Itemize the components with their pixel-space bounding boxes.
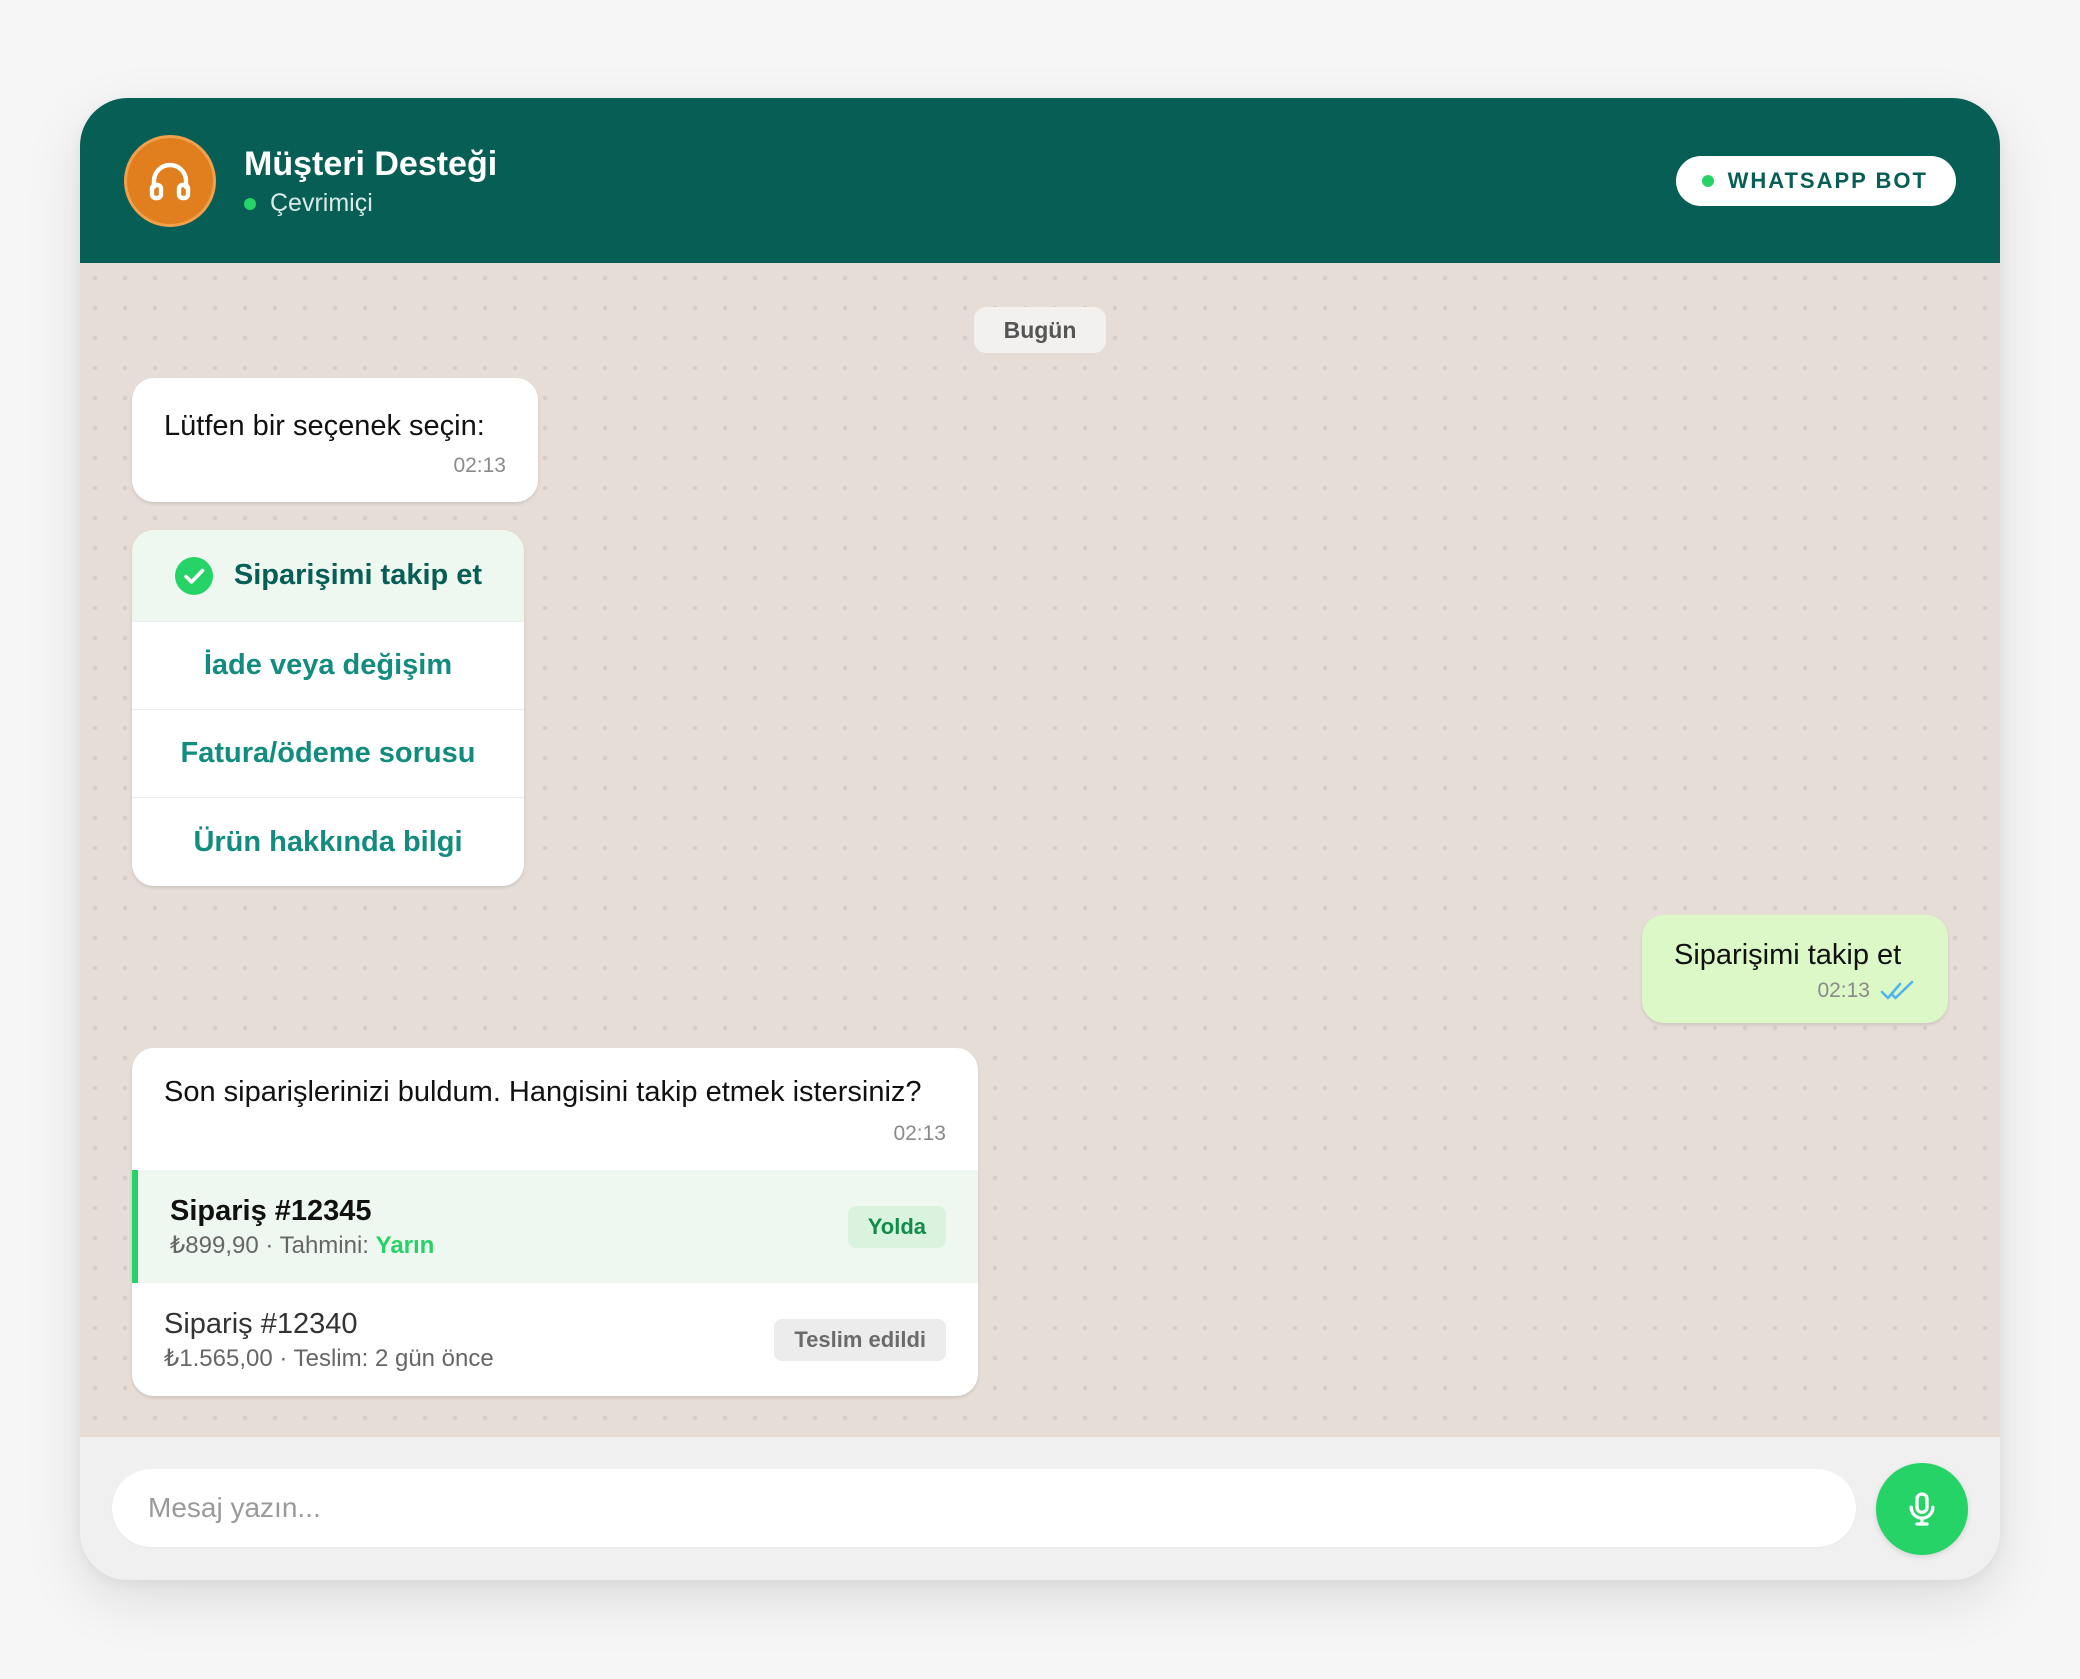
badge-label: WHATSAPP BOT [1727, 168, 1928, 193]
message-time: 02:13 [1817, 979, 1870, 1002]
microphone-icon [1909, 1492, 1935, 1526]
avatar[interactable] [124, 134, 216, 227]
order-details: ₺899,90 · Tahmini: Yarın [170, 1232, 435, 1259]
incoming-message: Lütfen bir seçenek seçin: 02:13 [132, 378, 538, 502]
status-badge: Teslim edildi [774, 1318, 946, 1361]
message-text: Son siparişlerinizi buldum. Hangisini ta… [164, 1076, 922, 1108]
message-meta: 02:13 [1674, 979, 1916, 1003]
option-billing-question[interactable]: Fatura/ödeme sorusu [132, 710, 524, 798]
option-label: İade veya değişim [203, 649, 453, 681]
eta-label: Tahmini: [279, 1232, 369, 1259]
message-time: 02:13 [453, 454, 506, 477]
option-return-exchange[interactable]: İade veya değişim [132, 622, 524, 710]
option-track-order[interactable]: Siparişimi takip et [132, 530, 524, 622]
order-details: ₺1.565,00 · Teslim: 2 gün önce [164, 1345, 494, 1372]
double-check-icon [1880, 980, 1914, 1000]
composer [80, 1437, 2000, 1580]
option-product-info[interactable]: Ürün hakkında bilgi [132, 798, 524, 886]
order-info: Sipariş #12345 ₺899,90 · Tahmini: Yarın [170, 1193, 434, 1260]
order-title: Sipariş #12345 [170, 1195, 372, 1227]
order-title: Sipariş #12340 [164, 1308, 358, 1340]
status-badge: Yolda [847, 1205, 946, 1248]
order-item-12345[interactable]: Sipariş #12345 ₺899,90 · Tahmini: Yarın … [132, 1170, 978, 1283]
message-time: 02:13 [893, 1122, 946, 1145]
chat-header: Müşteri Desteği Çevrimiçi WHATSAPP BOT [80, 98, 2000, 263]
chat-window: Müşteri Desteği Çevrimiçi WHATSAPP BOT B… [80, 98, 2000, 1580]
order-info: Sipariş #12340 ₺1.565,00 · Teslim: 2 gün… [164, 1306, 494, 1373]
outgoing-message: Siparişimi takip et 02:13 [1642, 915, 1948, 1023]
message-text: Siparişimi takip et [1674, 939, 1902, 971]
check-circle-icon [174, 556, 213, 595]
delivery-info: Teslim: 2 gün önce [293, 1345, 494, 1372]
whatsapp-bot-badge: WHATSAPP BOT [1675, 156, 1956, 206]
contact-name: Müşteri Desteği [244, 145, 498, 183]
order-item-12340[interactable]: Sipariş #12340 ₺1.565,00 · Teslim: 2 gün… [132, 1283, 978, 1396]
message-input[interactable] [112, 1469, 1856, 1547]
mic-button[interactable] [1876, 1463, 1968, 1555]
message-body: Son siparişlerinizi buldum. Hangisini ta… [132, 1048, 978, 1170]
option-label: Ürün hakkında bilgi [193, 825, 463, 858]
order-price: ₺899,90 [170, 1232, 259, 1259]
quick-reply-options: Siparişimi takip et İade veya değişim Fa… [132, 530, 524, 886]
message-text: Lütfen bir seçenek seçin: [164, 410, 485, 442]
badge-dot [1701, 175, 1714, 187]
option-label: Fatura/ödeme sorusu [180, 737, 476, 769]
contact-info: Müşteri Desteği Çevrimiçi [244, 143, 497, 218]
option-label: Siparişimi takip et [233, 559, 483, 591]
incoming-message-orders: Son siparişlerinizi buldum. Hangisini ta… [132, 1048, 978, 1396]
date-separator: Bugün [974, 307, 1106, 353]
online-indicator [244, 197, 256, 210]
headphones-icon [149, 162, 191, 200]
contact-status: Çevrimiçi [244, 189, 497, 218]
eta-value: Yarın [375, 1232, 435, 1259]
order-price: ₺1.565,00 [164, 1345, 273, 1372]
message-list[interactable]: Bugün Lütfen bir seçenek seçin: 02:13 Si… [80, 263, 2000, 1437]
status-text: Çevrimiçi [270, 189, 373, 217]
